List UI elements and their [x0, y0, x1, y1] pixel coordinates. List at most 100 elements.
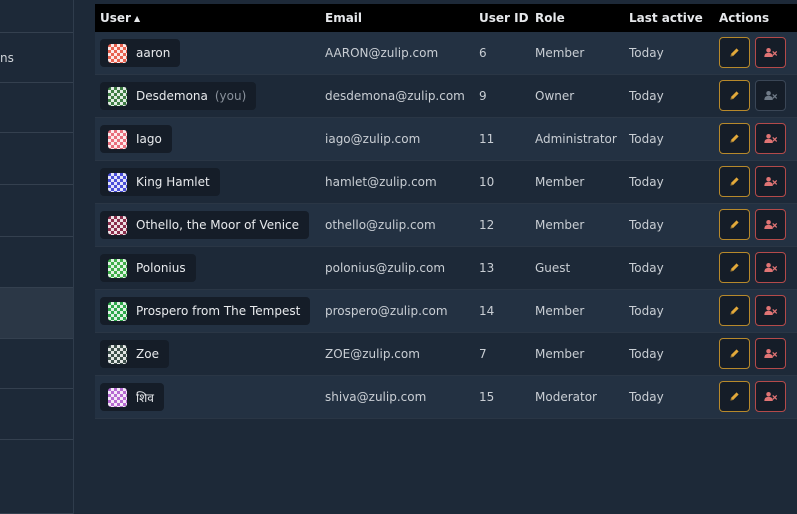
user-pill[interactable]: शिव	[100, 383, 164, 411]
deactivate-user-button[interactable]	[755, 295, 786, 326]
sidebar-item[interactable]	[0, 237, 73, 288]
deactivate-user-button[interactable]	[755, 166, 786, 197]
deactivate-user-button[interactable]	[755, 252, 786, 283]
user-times-icon	[764, 133, 777, 144]
user-role: Administrator	[535, 132, 617, 146]
user-role: Moderator	[535, 390, 597, 404]
sidebar-item[interactable]	[0, 288, 73, 339]
table-header: User ▲ Email User ID Role Last active Act…	[95, 4, 797, 32]
user-email: othello@zulip.com	[325, 218, 436, 232]
edit-user-button[interactable]	[719, 80, 750, 111]
user-id: 11	[479, 132, 495, 146]
column-header-email[interactable]: Email	[325, 4, 362, 32]
user-pill[interactable]: Polonius	[100, 254, 196, 282]
table-row: aaron AARON@zulip.com 6 Member Today	[95, 32, 797, 75]
users-table: User ▲ Email User ID Role Last active Act…	[95, 0, 797, 514]
user-pill[interactable]: Prospero from The Tempest	[100, 297, 311, 325]
user-name: Othello, the Moor of Venice	[136, 218, 300, 232]
deactivate-user-button[interactable]	[755, 381, 786, 412]
user-pill[interactable]: aaron	[100, 39, 181, 67]
table-row: Prospero from The Tempest prospero@zulip…	[95, 290, 797, 333]
user-pill[interactable]: King Hamlet	[100, 168, 220, 196]
deactivate-user-button[interactable]	[755, 37, 786, 68]
user-name: Zoe	[136, 347, 159, 361]
table-row: Desdemona (you) desdemona@zulip.com 9 Ow…	[95, 75, 797, 118]
table-row: Othello, the Moor of Venice othello@zuli…	[95, 204, 797, 247]
user-email: prospero@zulip.com	[325, 304, 448, 318]
user-times-icon	[764, 176, 777, 187]
column-header-user-label: User	[100, 11, 131, 25]
edit-user-button[interactable]	[719, 295, 750, 326]
avatar	[108, 301, 127, 321]
edit-user-button[interactable]	[719, 37, 750, 68]
edit-user-button[interactable]	[719, 252, 750, 283]
user-email: hamlet@zulip.com	[325, 175, 437, 189]
edit-user-button[interactable]	[719, 338, 750, 369]
user-role: Owner	[535, 89, 575, 103]
table-row: शिव shiva@zulip.com 15 Moderator Today	[95, 376, 797, 419]
user-id: 13	[479, 261, 495, 275]
user-last-active: Today	[629, 261, 664, 275]
table-row: Zoe ZOE@zulip.com 7 Member Today	[95, 333, 797, 376]
edit-user-button[interactable]	[719, 166, 750, 197]
avatar	[108, 172, 127, 192]
deactivate-user-button[interactable]	[755, 80, 786, 111]
sidebar-item[interactable]	[0, 185, 73, 237]
edit-user-button[interactable]	[719, 381, 750, 412]
column-header-user[interactable]: User ▲	[100, 4, 140, 32]
pencil-icon	[729, 305, 740, 316]
sidebar-item[interactable]: ns	[0, 33, 73, 83]
avatar	[108, 86, 127, 106]
user-times-icon	[764, 305, 777, 316]
user-email: polonius@zulip.com	[325, 261, 446, 275]
sidebar-item[interactable]	[0, 389, 73, 440]
sidebar-item[interactable]	[0, 133, 73, 185]
column-header-user-id[interactable]: User ID	[479, 4, 529, 32]
edit-user-button[interactable]	[719, 123, 750, 154]
user-id: 12	[479, 218, 495, 232]
column-header-role[interactable]: Role	[535, 4, 565, 32]
user-pill[interactable]: Iago	[100, 125, 172, 153]
pencil-icon	[729, 47, 740, 58]
user-name: Polonius	[136, 261, 186, 275]
avatar	[108, 344, 127, 364]
user-email: AARON@zulip.com	[325, 46, 439, 60]
sidebar-item[interactable]	[0, 440, 73, 514]
user-times-icon	[764, 219, 777, 230]
user-role: Member	[535, 175, 585, 189]
user-pill[interactable]: Desdemona (you)	[100, 82, 257, 110]
user-last-active: Today	[629, 89, 664, 103]
user-id: 6	[479, 46, 487, 60]
user-name: शिव	[136, 390, 154, 405]
sidebar-item[interactable]	[0, 83, 73, 133]
avatar	[108, 387, 127, 407]
sidebar-item[interactable]	[0, 0, 73, 33]
user-email: shiva@zulip.com	[325, 390, 427, 404]
deactivate-user-button[interactable]	[755, 123, 786, 154]
user-pill[interactable]: Othello, the Moor of Venice	[100, 211, 310, 239]
user-last-active: Today	[629, 175, 664, 189]
user-role: Member	[535, 304, 585, 318]
avatar	[108, 215, 127, 235]
user-times-icon	[764, 262, 777, 273]
user-times-icon	[764, 47, 777, 58]
pencil-icon	[729, 90, 740, 101]
column-header-actions: Actions	[719, 11, 770, 25]
user-last-active: Today	[629, 304, 664, 318]
user-last-active: Today	[629, 218, 664, 232]
column-header-last-active[interactable]: Last active	[629, 4, 703, 32]
edit-user-button[interactable]	[719, 209, 750, 240]
deactivate-user-button[interactable]	[755, 209, 786, 240]
user-last-active: Today	[629, 347, 664, 361]
user-pill[interactable]: Zoe	[100, 340, 169, 368]
user-role: Member	[535, 218, 585, 232]
sidebar-item-label: ns	[0, 50, 14, 65]
user-role: Member	[535, 347, 585, 361]
user-times-icon	[764, 90, 777, 101]
user-id: 14	[479, 304, 495, 318]
user-name: Desdemona	[136, 89, 208, 103]
deactivate-user-button[interactable]	[755, 338, 786, 369]
sidebar-item[interactable]	[0, 339, 73, 389]
user-email: desdemona@zulip.com	[325, 89, 465, 103]
table-row: Polonius polonius@zulip.com 13 Guest Tod…	[95, 247, 797, 290]
